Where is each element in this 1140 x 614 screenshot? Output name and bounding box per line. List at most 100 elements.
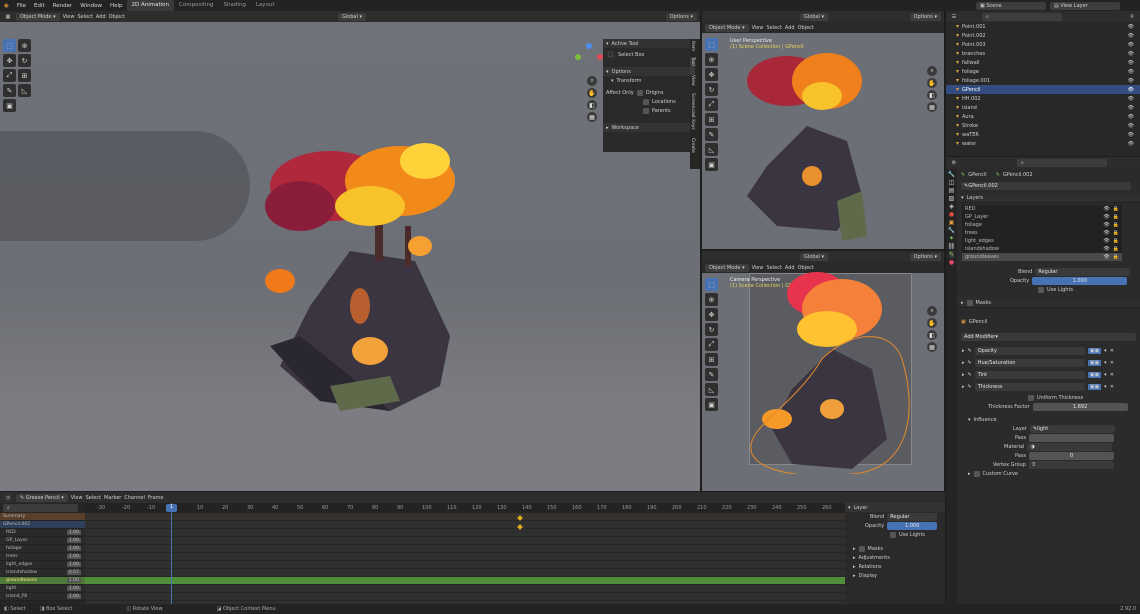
visibility-icon[interactable]: 👁 — [1128, 60, 1134, 66]
channel-row[interactable]: light_edges 1.00 — [0, 561, 85, 569]
layers-section-header[interactable]: ▾ Layers — [958, 194, 1140, 203]
outliner-item[interactable]: ▾ Point.001 👁 — [946, 22, 1140, 31]
menu-select[interactable]: Select — [766, 25, 781, 31]
zoom-icon[interactable]: ⌕ — [927, 66, 937, 76]
influence-header[interactable]: ▾ Influence — [958, 415, 1140, 424]
annotate-tool-icon[interactable]: ✎ — [705, 128, 718, 141]
modifier-name-field[interactable]: Opacity — [974, 347, 1085, 355]
channel-row[interactable]: island_fill 1.00 — [0, 593, 85, 601]
tab-compositing[interactable]: Compositing — [174, 0, 218, 11]
material-pass-field[interactable]: 0 — [1029, 451, 1115, 460]
scene-tab-icon[interactable]: ◈ — [949, 203, 954, 210]
visibility-icon[interactable]: 👁 — [1128, 132, 1134, 138]
layer-item[interactable]: light_edges 👁 🔒 — [962, 237, 1122, 245]
masks-checkbox[interactable] — [966, 300, 973, 306]
modifier-name-field[interactable]: Hue/Saturation — [974, 359, 1085, 367]
channel-opacity-value[interactable]: 1.00 — [66, 530, 81, 535]
menu-edit[interactable]: Edit — [30, 3, 49, 9]
transform-orientation[interactable]: Global ▾ — [337, 12, 366, 21]
outliner-item[interactable]: ▾ Stroke 👁 — [946, 121, 1140, 130]
outliner-item[interactable]: ▾ Point.002 👁 — [946, 31, 1140, 40]
move-tool-icon[interactable]: ✥ — [3, 54, 16, 67]
layer-visibility-icon[interactable]: 👁 — [1103, 214, 1109, 220]
modifier-toggle-icon[interactable]: ▣▣ — [1087, 348, 1102, 354]
channel-row[interactable]: light 1.00 — [0, 585, 85, 593]
thickness-factor-field[interactable]: 1.692 — [1032, 402, 1128, 411]
npanel-tab-screencast[interactable]: Screencast Keys — [690, 93, 695, 138]
editor-type-icon[interactable]: ▦ — [3, 12, 13, 21]
rotate-tool-icon[interactable]: ↻ — [18, 54, 31, 67]
menu-frame[interactable]: Frame — [148, 495, 164, 501]
channel-row[interactable]: Summary — [0, 513, 85, 521]
annotate-tool-icon[interactable]: ✎ — [3, 84, 16, 97]
tab-shading[interactable]: Shading — [219, 0, 251, 11]
channel-row[interactable]: RED 1.00 — [0, 529, 85, 537]
side-masks-header[interactable]: ▸ Masks — [845, 544, 945, 553]
track-row[interactable] — [85, 537, 845, 545]
outliner-editor-icon[interactable]: ☰ — [949, 12, 959, 21]
outliner-search[interactable]: ⌕ — [982, 12, 1062, 21]
outliner-item[interactable]: ▾ water 👁 — [946, 139, 1140, 148]
properties-editor-icon[interactable]: ⚙ — [949, 158, 959, 167]
cursor-tool-icon[interactable]: ⊕ — [18, 39, 31, 52]
menu-view[interactable]: View — [63, 14, 75, 20]
add-object-tool-icon[interactable]: ▣ — [3, 99, 16, 112]
outliner-item[interactable]: ▾ foliage 👁 — [946, 67, 1140, 76]
transform-tool-icon[interactable]: ⊞ — [705, 353, 718, 366]
close-icon[interactable]: ✕ — [1110, 348, 1114, 354]
channel-row[interactable]: foliage 1.00 — [0, 545, 85, 553]
frame-ruler[interactable]: -30-20-100102030405060708090100110120130… — [85, 503, 845, 513]
outliner-item[interactable]: ▾ Point.003 👁 — [946, 40, 1140, 49]
channel-opacity-value[interactable]: 1.00 — [66, 586, 81, 591]
mode-dropdown[interactable]: Object Mode ▾ — [705, 23, 749, 32]
pan-icon[interactable]: ✋ — [927, 318, 937, 328]
transform-subheader[interactable]: ▾ Transform — [603, 76, 690, 85]
visibility-icon[interactable]: 👁 — [1128, 123, 1134, 129]
channel-row[interactable]: GPencil.002 — [0, 521, 85, 529]
close-icon[interactable]: ✕ — [1110, 384, 1114, 390]
channel-opacity-value[interactable]: 1.00 — [66, 538, 81, 543]
view-layer-selector[interactable]: ▤ View Layer — [1050, 1, 1120, 10]
influence-pass-field[interactable] — [1029, 433, 1115, 442]
camera-icon[interactable]: ◧ — [927, 330, 937, 340]
scale-tool-icon[interactable]: ⤢ — [705, 98, 718, 111]
outliner-item[interactable]: ▾ HH.002 👁 — [946, 94, 1140, 103]
track-row[interactable] — [85, 529, 845, 537]
modifier-tab-icon[interactable]: 🔧 — [948, 227, 955, 234]
expand-arrow-icon[interactable]: ▸ — [962, 360, 965, 366]
influence-material-field[interactable]: ◑ — [1027, 442, 1113, 451]
channel-row[interactable]: GP_Layer 1.00 — [0, 537, 85, 545]
visibility-icon[interactable]: 👁 — [1128, 114, 1134, 120]
select-box-option[interactable]: ⬚ Select Box — [603, 48, 690, 61]
menu-add[interactable]: Add — [96, 14, 106, 20]
channel-opacity-value[interactable]: 1.00 — [66, 562, 81, 567]
track-row[interactable] — [85, 553, 845, 561]
vertex-group-field[interactable]: ⠿ — [1028, 460, 1114, 469]
npanel-tab-tool[interactable]: Tool — [690, 57, 695, 75]
layer-item[interactable]: islandshadow 👁 🔒 — [962, 245, 1122, 253]
side-adjustments-header[interactable]: ▸ Adjustments — [845, 553, 945, 562]
bottom-right-viewport[interactable]: Global ▾ Options ▾ Object Mode ▾ View Se… — [702, 251, 944, 491]
layer-panel-header[interactable]: ▾ Layer — [845, 503, 945, 512]
outliner-item[interactable]: ▾ GPencil 👁 — [946, 85, 1140, 94]
perspective-grid-icon[interactable]: ▦ — [927, 102, 937, 112]
menu-object[interactable]: Object — [109, 14, 125, 20]
layer-visibility-icon[interactable]: 👁 — [1103, 254, 1109, 260]
select-box-tool-icon[interactable]: ⬚ — [705, 38, 718, 51]
outliner-item[interactable]: ▾ fallwall 👁 — [946, 58, 1140, 67]
world-tab-icon[interactable]: ● — [949, 211, 954, 218]
visibility-icon[interactable]: 👁 — [1128, 42, 1134, 48]
move-tool-icon[interactable]: ✥ — [705, 68, 718, 81]
custom-curve-checkbox[interactable] — [973, 470, 980, 477]
add-object-tool-icon[interactable]: ▣ — [705, 398, 718, 411]
add-object-tool-icon[interactable]: ▣ — [705, 158, 718, 171]
add-modifier-button[interactable]: Add Modifier ▾ — [961, 332, 1136, 341]
perspective-grid-icon[interactable]: ▦ — [927, 342, 937, 352]
menu-view[interactable]: View — [752, 25, 764, 31]
dropdown-icon[interactable]: ▾ — [1104, 384, 1107, 390]
select-box-tool-icon[interactable]: ⬚ — [3, 39, 16, 52]
perspective-grid-icon[interactable]: ▦ — [587, 112, 597, 122]
channel-row[interactable]: islandshadow 0.57 — [0, 569, 85, 577]
constraints-tab-icon[interactable]: ⛓ — [948, 243, 956, 250]
move-tool-icon[interactable]: ✥ — [705, 308, 718, 321]
